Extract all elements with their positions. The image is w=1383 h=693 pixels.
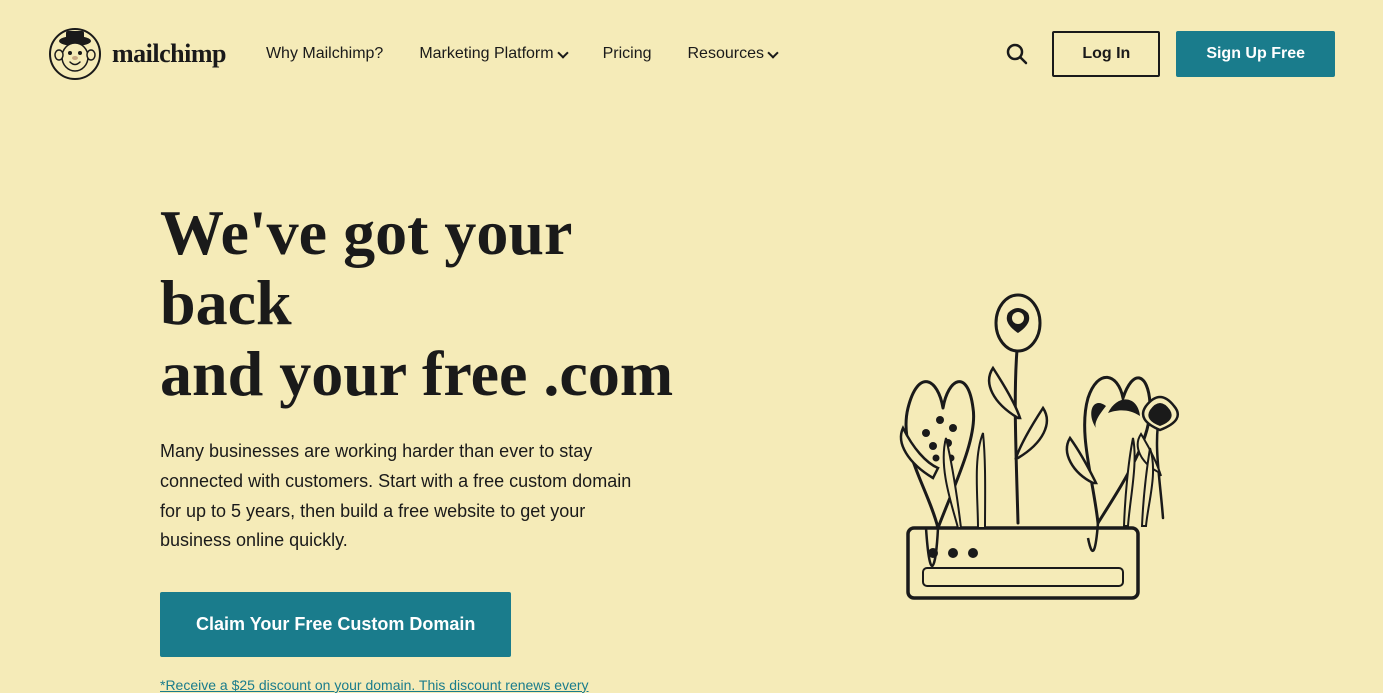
hero-title: We've got your back and your free .com <box>160 198 700 409</box>
header: mailchimp Why Mailchimp? Marketing Platf… <box>0 0 1383 108</box>
nav-item-platform[interactable]: Marketing Platform <box>419 45 566 63</box>
nav-actions: Log In Sign Up Free <box>998 31 1335 77</box>
login-button[interactable]: Log In <box>1052 31 1160 77</box>
nav-item-resources[interactable]: Resources <box>687 45 776 63</box>
nav-item-why[interactable]: Why Mailchimp? <box>266 45 383 63</box>
floral-illustration <box>778 168 1258 648</box>
hero-description: Many businesses are working harder than … <box>160 437 640 556</box>
hero-section: We've got your back and your free .com M… <box>0 108 1383 693</box>
search-icon <box>1006 43 1028 65</box>
search-button[interactable] <box>998 35 1036 73</box>
hero-content: We've got your back and your free .com M… <box>160 168 700 693</box>
logo-text: mailchimp <box>112 39 226 69</box>
nav-item-pricing[interactable]: Pricing <box>603 45 652 63</box>
hero-footnote[interactable]: *Receive a $25 discount on your domain. … <box>160 677 700 693</box>
logo-icon <box>48 27 102 81</box>
cta-button[interactable]: Claim Your Free Custom Domain <box>160 592 511 657</box>
main-nav: Why Mailchimp? Marketing Platform Pricin… <box>266 45 998 63</box>
hero-illustration <box>700 168 1335 648</box>
chevron-down-icon <box>557 47 568 58</box>
chevron-down-icon <box>767 47 778 58</box>
logo-link[interactable]: mailchimp <box>48 27 226 81</box>
signup-button[interactable]: Sign Up Free <box>1176 31 1335 77</box>
